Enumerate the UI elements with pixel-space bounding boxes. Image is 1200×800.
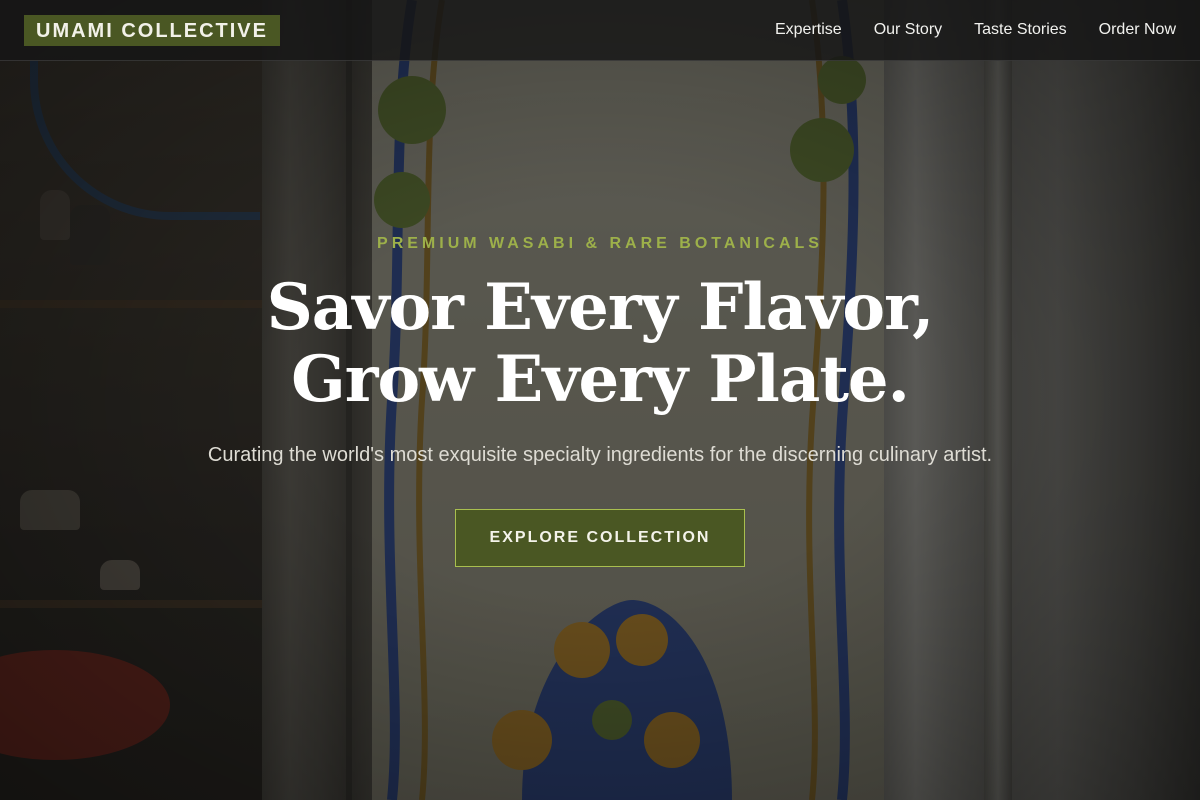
hero-title-line-1: Savor Every Flavor, [266,270,935,345]
hero-title-line-2: Grow Every Plate. [291,342,910,417]
hero-eyebrow: PREMIUM WASABI & RARE BOTANICALS [377,235,823,252]
hero-subtitle: Curating the world's most exquisite spec… [207,444,993,466]
hero-title: Savor Every Flavor, Grow Every Plate. [0,272,1200,416]
hero-section: PREMIUM WASABI & RARE BOTANICALS Savor E… [0,0,1200,800]
explore-collection-button[interactable]: EXPLORE COLLECTION [455,509,745,567]
